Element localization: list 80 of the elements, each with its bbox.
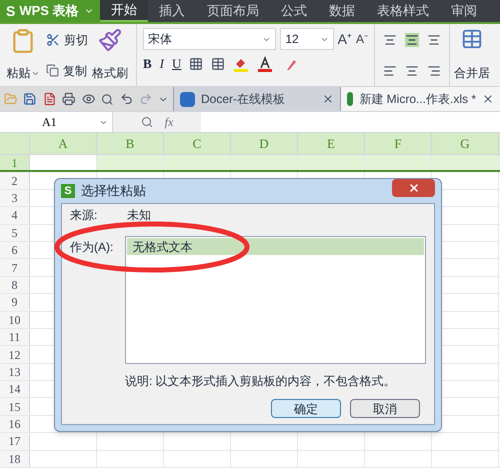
table-style-icon[interactable] [211,56,226,71]
merge-cells-icon [461,28,483,50]
row-header[interactable]: 4 [0,207,30,224]
brush-icon [98,28,122,52]
close-icon [408,182,420,194]
preview-icon[interactable] [82,92,96,106]
borders-icon[interactable] [189,56,204,71]
ribbon-tab[interactable]: 公式 [270,0,318,22]
paste-as-list[interactable]: 无格式文本 [124,236,426,364]
print-icon[interactable] [62,92,76,106]
row-header[interactable]: 2 [0,172,30,189]
formula-field[interactable] [201,112,500,132]
source-label: 来源: [70,207,98,224]
align-middle-icon[interactable] [405,32,419,46]
format-painter-button[interactable]: 格式刷 [92,24,128,86]
row-header[interactable]: 15 [0,398,30,415]
selected-cell[interactable] [30,155,97,170]
zoom-icon[interactable] [140,116,153,128]
save-icon[interactable] [23,92,37,106]
close-button[interactable] [392,179,435,197]
row-header[interactable]: 14 [0,381,30,398]
logo-icon: S [6,0,16,22]
copy-button[interactable]: 复制 [46,62,88,80]
search-icon[interactable] [101,92,114,106]
align-top-icon[interactable] [383,32,397,46]
row-header[interactable]: 18 [0,450,30,468]
ribbon-tab[interactable]: 页面布局 [196,0,270,22]
ribbon-tab[interactable]: 表格样式 [366,0,440,22]
ribbon-tab[interactable]: 审阅 [440,0,488,22]
document-tab-title: Docer-在线模板 [201,91,286,108]
row-header[interactable]: 5 [0,224,30,241]
document-tab[interactable]: 新建 Micro...作表.xls * [340,87,500,111]
ribbon-tab[interactable]: 数据 [318,0,366,22]
list-item[interactable]: 无格式文本 [126,238,424,255]
cut-button[interactable]: 剪切 [46,30,88,48]
source-value: 未知 [127,207,151,224]
ribbon-tab[interactable]: 插入 [148,0,196,22]
align-right-icon[interactable] [427,64,441,78]
italic-button[interactable]: I [160,54,164,74]
merge-button[interactable]: 合并居 [450,24,490,86]
row-header[interactable]: 11 [0,328,30,346]
ribbon-tab[interactable]: 开始 [100,0,148,22]
description-text: 说明: 以文本形式插入剪贴板的内容，不包含格式。 [125,373,397,390]
row-header[interactable]: 17 [0,433,30,450]
app-menu-button[interactable]: S WPS 表格 [0,0,100,22]
function-button[interactable]: fx [164,113,174,131]
align-center-icon[interactable] [405,64,419,78]
ok-button[interactable]: 确定 [271,399,341,418]
row-header[interactable]: 16 [0,416,30,432]
undo-icon[interactable] [120,92,133,106]
cell-reference-field[interactable]: A1 [0,112,113,132]
copy-icon [46,64,59,77]
close-icon[interactable] [322,93,334,105]
paste-as-label: 作为(A): [70,239,114,256]
document-tab-title: 新建 Micro...作表.xls * [359,91,476,108]
logo-icon: S [61,184,75,198]
row-header[interactable]: 7 [0,259,30,276]
row-header[interactable]: 8 [0,276,30,294]
scissors-icon [46,32,60,46]
shrink-font-icon[interactable]: A⁻ [356,30,368,48]
align-left-icon[interactable] [383,64,397,78]
document-tab[interactable]: Docer-在线模板 [173,87,340,111]
cancel-button[interactable]: 取消 [350,399,420,418]
pdf-icon[interactable] [42,92,56,106]
row-header[interactable]: 6 [0,242,30,258]
font-size-dropdown[interactable]: 12 [280,28,334,50]
bold-button[interactable]: B [143,54,152,74]
row-header[interactable]: 12 [0,346,30,363]
align-bottom-icon[interactable] [427,32,441,46]
row-header[interactable]: 9 [0,294,30,311]
close-icon[interactable] [482,93,494,105]
dialog-title: 选择性粘贴 [81,182,146,200]
paste-button[interactable]: 粘贴 [4,24,42,86]
font-dropdown[interactable]: 宋体 [143,28,276,50]
grow-font-icon[interactable]: A⁺ [338,28,352,50]
row-header[interactable]: 3 [0,190,30,206]
underline-button[interactable]: U [172,54,182,74]
font-color-icon[interactable] [257,56,274,72]
row-header[interactable]: 13 [0,364,30,380]
row-header[interactable]: 10 [0,312,30,328]
